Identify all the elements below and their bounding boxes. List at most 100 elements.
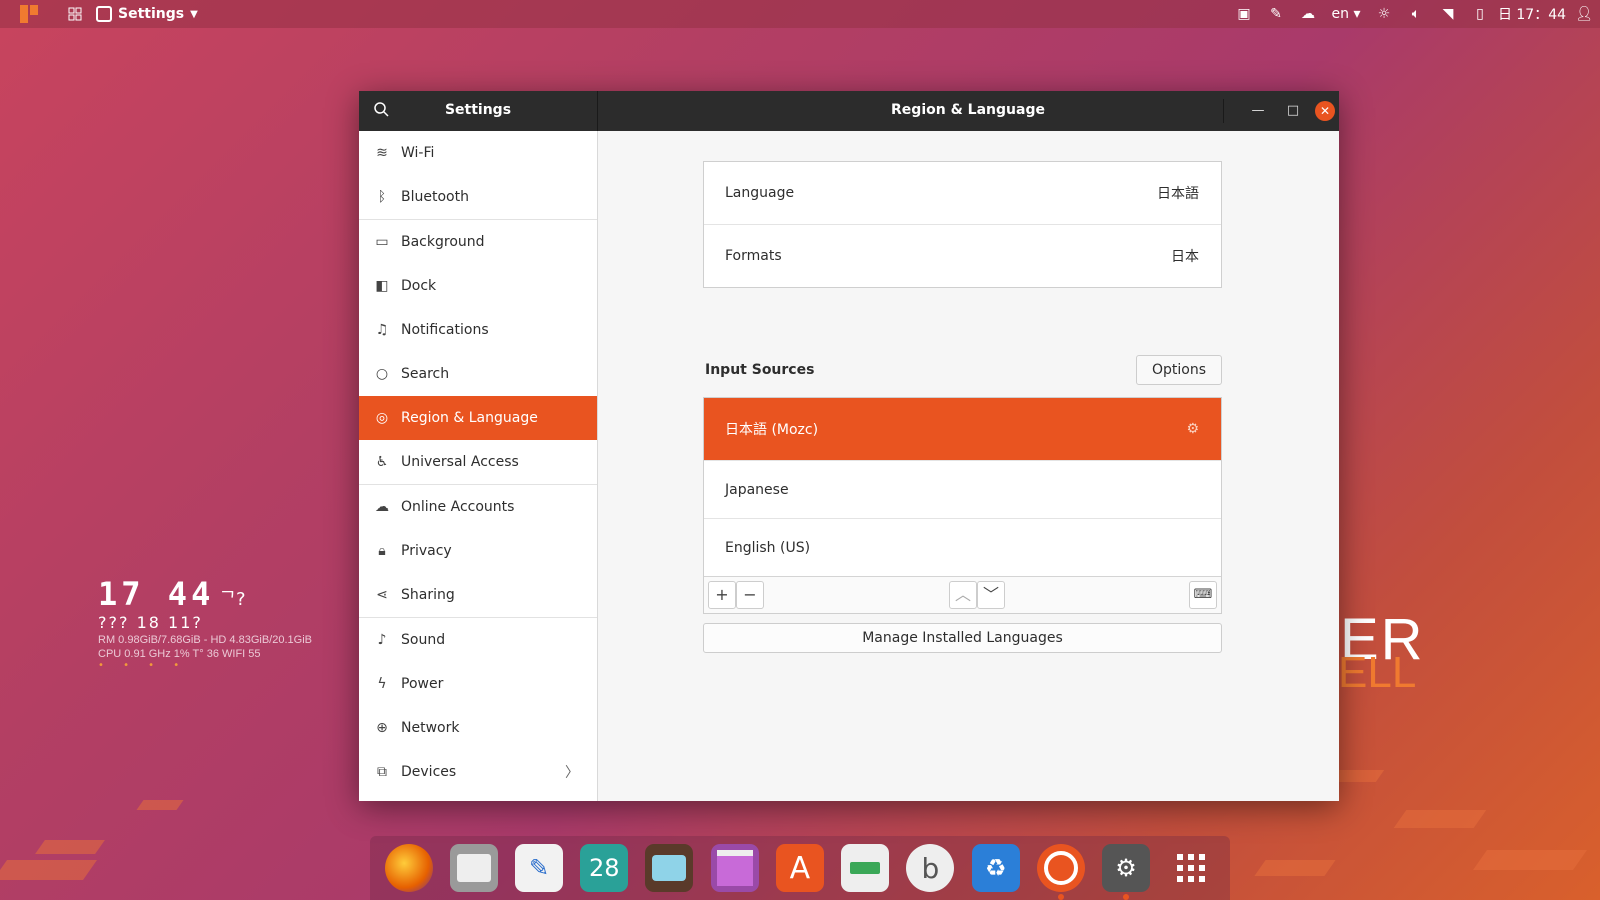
calendar-icon[interactable]: 28 [580,844,629,892]
firefox-icon[interactable] [384,844,433,892]
sidebar-item-wifi[interactable]: ≋ Wi-Fi [359,131,597,175]
dock: ✎ 28 A b ♻ ⚙ [370,836,1230,900]
sidebar-item-region-language[interactable]: ◎ Region & Language [359,396,597,440]
region-language-panel: Language 日本語 Formats 日本 Input Sources Op… [598,131,1339,801]
music-note-icon: ♪ [377,632,387,648]
close-button[interactable]: ✕ [1315,101,1335,121]
trash-icon[interactable]: ♻ [971,844,1020,892]
sidebar-item-label: Network [401,720,460,736]
options-button[interactable]: Options [1136,355,1222,385]
gears-icon[interactable]: ⚙ [1186,421,1199,437]
sidebar-item-dock[interactable]: ◧ Dock [359,264,597,308]
settings-gear-icon[interactable]: ⚙ [1102,844,1151,900]
files-icon[interactable] [449,844,498,892]
running-indicator [1123,894,1130,900]
page-title: Region & Language [891,102,1045,118]
sidebar-item-sharing[interactable]: ⋖ Sharing [359,573,597,618]
wallpaper-shape [1472,850,1588,870]
widget-cpu-line: CPU 0.91 GHz 1% T° 36 WIFI 55 [98,648,261,660]
sidebar-item-background[interactable]: ▭ Background [359,220,597,264]
input-source-row[interactable]: 日本語 (Mozc) ⚙ [704,398,1221,460]
sidebar-item-label: Devices [401,764,457,780]
keyboard-layout-button[interactable]: ⌨ [1189,581,1217,609]
app-grid-small-icon[interactable] [68,0,82,28]
remove-source-button[interactable]: − [736,581,764,609]
sidebar-item-label: Power [401,676,444,692]
sidebar-item-label: Sound [401,632,446,648]
pen-indicator-icon[interactable]: ✎ [1260,6,1292,22]
sidebar-item-label: Wi-Fi [401,145,435,161]
cloud-icon: ☁ [375,499,389,515]
network-icon: ⊕ [376,720,388,736]
sidebar-item-label: Sharing [401,587,455,603]
wifi-indicator-icon[interactable]: ◥ [1432,6,1464,22]
devices-icon: ⧉ [377,764,387,780]
move-up-button[interactable]: ︿ [949,581,977,609]
formats-value: 日本 [1171,249,1199,265]
language-label: Language [725,185,795,201]
tv-icon[interactable] [645,844,694,892]
minimize-button[interactable]: — [1248,101,1268,121]
input-source-label: Japanese [725,481,789,498]
weather-indicator-icon[interactable]: ☁ [1292,6,1324,22]
lock-icon: 🔒︎ [378,543,386,559]
user-indicator-icon[interactable]: 👤︎ [1568,6,1600,22]
language-row[interactable]: Language 日本語 [704,162,1221,224]
sidebar-item-online-accounts[interactable]: ☁ Online Accounts [359,485,597,529]
sidebar-item-search[interactable]: ○ Search [359,352,597,396]
sidebar: ≋ Wi-Fi ᛒ Bluetooth ▭ Background ◧ Dock ♫ Not… [359,131,598,801]
language-value: 日本語 [1157,186,1199,202]
sidebar-item-universal-access[interactable]: ♿︎ Universal Access [359,440,597,485]
wallpaper-shape [1393,810,1487,828]
sidebar-item-sound[interactable]: ♪ Sound [359,618,597,662]
app-grid-icon[interactable] [1167,844,1215,892]
manage-installed-languages-button[interactable]: Manage Installed Languages [703,623,1222,653]
volume-indicator-icon[interactable]: 🔈︎ [1400,6,1432,22]
sidebar-item-label: Dock [401,278,437,294]
move-down-button[interactable]: ﹀ [977,581,1005,609]
ubuntu-icon[interactable] [1036,844,1085,900]
input-source-row[interactable]: English (US) [704,518,1221,576]
input-source-label: English (US) [725,539,811,556]
language-formats-card: Language 日本語 Formats 日本 [703,161,1222,288]
bluetooth-icon: ᛒ [377,189,387,205]
battery-indicator-icon[interactable]: ▯ [1464,6,1496,22]
sidebar-item-power[interactable]: ϟ Power [359,662,597,706]
sidebar-item-notifications[interactable]: ♫ Notifications [359,308,597,352]
sidebar-item-network[interactable]: ⊕ Network [359,706,597,750]
maximize-button[interactable]: □ [1283,101,1303,121]
b-app-icon[interactable]: b [906,844,955,892]
app-menu[interactable]: Settings ▼ [96,0,198,28]
activities-logo-icon[interactable] [20,0,38,28]
add-source-button[interactable]: + [708,581,736,609]
software-center-icon[interactable]: A [775,844,824,892]
clock[interactable]: 日 17：44 [1496,4,1568,24]
calendar-day: 28 [588,854,620,882]
widget-memory-line: RM 0.98GiB/7.68GiB - HD 4.83GiB/20.1GiB [98,634,312,646]
brightness-indicator-icon[interactable]: ☼ [1368,6,1400,22]
sidebar-item-devices[interactable]: ⧉ Devices 〉 [359,750,597,794]
tweaks-icon[interactable] [841,844,890,892]
text-editor-icon[interactable]: ✎ [515,844,564,892]
widget-time: 17 44 [98,575,215,613]
globe-icon: ◎ [375,410,389,426]
wallpaper-shape [0,860,98,880]
sidebar-item-label: Privacy [401,543,452,559]
chevron-right-icon: 〉 [565,765,579,781]
sidebar-item-bluetooth[interactable]: ᛒ Bluetooth [359,175,597,220]
sidebar-item-privacy[interactable]: 🔒︎ Privacy [359,529,597,573]
header-bar: Settings Region & Language — □ ✕ [359,91,1339,131]
formats-row[interactable]: Formats 日本 [704,224,1221,287]
settings-small-icon [96,6,112,22]
sidebar-title: Settings [444,102,512,118]
input-source-row[interactable]: Japanese [704,460,1221,518]
terminal-icon[interactable] [710,844,759,892]
terminal-indicator-icon[interactable]: ▣ [1228,6,1260,22]
sidebar-item-label: Bluetooth [401,189,469,205]
wallpaper-text-2: ELL [1338,648,1417,697]
sidebar-item-label: Universal Access [401,454,519,470]
wifi-icon: ≋ [376,145,388,161]
keyboard-layout-indicator[interactable]: en ▾ [1324,6,1368,22]
accessibility-icon: ♿︎ [375,454,389,470]
bell-icon: ♫ [375,322,389,338]
